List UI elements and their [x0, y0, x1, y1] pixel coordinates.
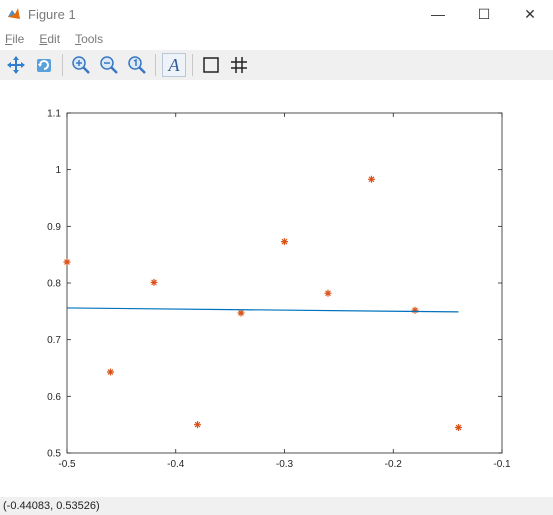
zoom-out-button[interactable]	[97, 53, 121, 77]
rotate-icon	[37, 59, 51, 72]
asterisk-marker	[281, 238, 288, 246]
pan-icon	[7, 56, 25, 74]
zoom-out-icon	[100, 56, 118, 74]
pan-button[interactable]	[4, 53, 28, 77]
y-tick-label: 0.8	[47, 279, 61, 290]
menu-tools-label: ools	[81, 32, 104, 46]
zoom-in-icon	[72, 56, 90, 74]
zoom-reset-button[interactable]	[125, 53, 149, 77]
rotate-button[interactable]	[32, 53, 56, 77]
y-tick-label: 0.9	[47, 222, 61, 233]
x-tick-label: -0.4	[167, 459, 185, 470]
scatter-point	[281, 238, 288, 246]
y-tick-label: 0.6	[47, 392, 61, 403]
minimize-button[interactable]: —	[415, 0, 461, 28]
x-tick-label: -0.3	[276, 459, 294, 470]
window-controls: — ☐ ✕	[415, 0, 553, 28]
close-button[interactable]: ✕	[507, 0, 553, 28]
insert-text-button[interactable]: A	[162, 53, 186, 77]
grid-icon	[231, 57, 247, 73]
status-bar: (-0.44083, 0.53526)	[0, 497, 553, 515]
zoom-reset-icon	[128, 56, 146, 74]
menu-file[interactable]: File	[5, 32, 24, 46]
scatter-point	[368, 175, 375, 183]
figure-window: Figure 1 — ☐ ✕ File Edit Tools A -0.5 -0…	[0, 0, 553, 515]
menu-file-label: ile	[12, 32, 25, 46]
menu-bar: File Edit Tools	[0, 28, 553, 50]
insert-text-icon: A	[168, 54, 180, 75]
menu-edit-label: dit	[47, 32, 61, 46]
axes-box	[66, 112, 503, 454]
x-tick-label: -0.1	[493, 459, 511, 470]
box-icon	[203, 57, 219, 73]
asterisk-marker	[455, 424, 462, 431]
x-tick-label: -0.5	[58, 459, 76, 470]
toolbar-separator	[155, 54, 156, 76]
figure-canvas[interactable]: -0.5 -0.4 -0.3 -0.2 -0.1 0.5 0.6 0.7 0.8 0.9 1 1.1	[0, 80, 553, 497]
y-tick-label: 1	[55, 165, 61, 176]
box-button[interactable]	[199, 53, 223, 77]
figure-toolbar: A	[0, 50, 553, 80]
toolbar-separator	[62, 54, 63, 76]
asterisk-marker	[368, 175, 375, 183]
scatter-point	[455, 424, 462, 431]
x-tick-label: -0.2	[385, 459, 403, 470]
menu-tools[interactable]: Tools	[75, 32, 103, 46]
y-tick-label: 0.5	[47, 449, 61, 460]
y-tick-label: 0.7	[47, 335, 61, 346]
y-tick-label: 1.1	[47, 109, 61, 120]
cursor-coordinates: (-0.44083, 0.53526)	[3, 500, 100, 512]
matlab-logo-icon	[8, 8, 20, 19]
menu-edit[interactable]: Edit	[39, 32, 60, 46]
window-title: Figure 1	[28, 6, 76, 22]
plot-svg[interactable]: -0.5 -0.4 -0.3 -0.2 -0.1 0.5 0.6 0.7 0.8 0.9 1 1.1	[0, 80, 553, 497]
toolbar-separator	[192, 54, 193, 76]
title-bar: Figure 1 — ☐ ✕	[0, 0, 553, 28]
maximize-button[interactable]: ☐	[461, 0, 507, 28]
zoom-in-button[interactable]	[69, 53, 93, 77]
grid-button[interactable]	[227, 53, 251, 77]
